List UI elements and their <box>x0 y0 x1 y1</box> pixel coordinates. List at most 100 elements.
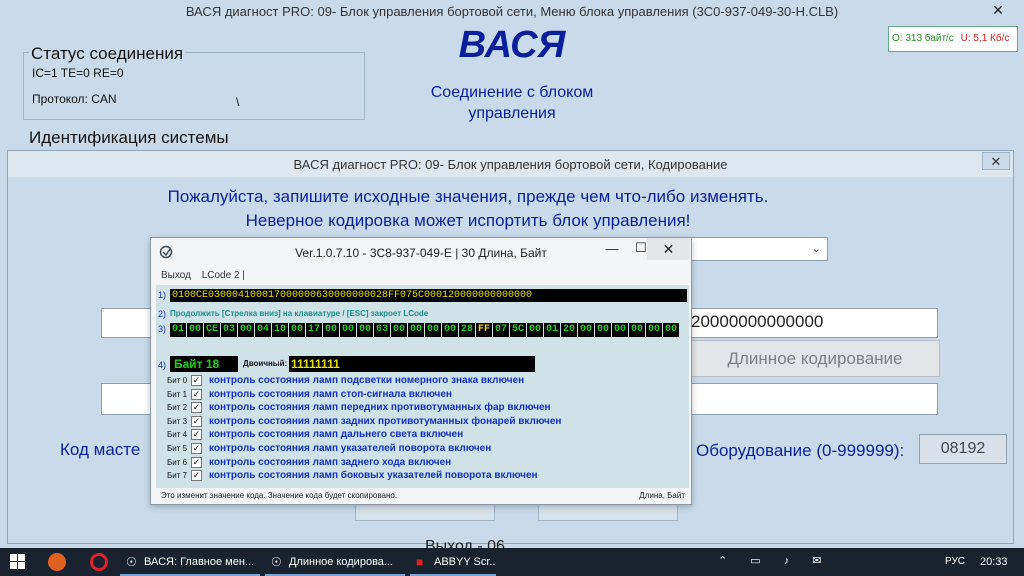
main-window-title: ВАСЯ диагност PRO: 09- Блок управления б… <box>185 4 839 19</box>
main-close-button[interactable]: ✕ <box>978 0 1018 20</box>
master-code-label: Код масте <box>60 440 141 459</box>
bit-name: Бит 4 <box>167 430 188 440</box>
bit-checkbox[interactable]: ✓ <box>191 388 202 400</box>
lcode-close-button[interactable]: ✕ <box>647 238 690 260</box>
taskbar-app-abbyy[interactable]: ■ ABBYY Scr... <box>410 548 496 576</box>
taskbar-app-long-coding[interactable]: ☉ Длинное кодирова... <box>265 548 405 576</box>
lcode-menu-bar: Выход LCode 2 | <box>161 270 253 281</box>
byte-cell[interactable]: 00 <box>425 323 441 337</box>
coding-close-button[interactable]: ✕ <box>982 152 1010 170</box>
byte-cell[interactable]: 00 <box>238 323 254 337</box>
coding-window-title: ВАСЯ диагност PRO: 09- Блок управления б… <box>293 157 728 172</box>
identification-label: Идентификация системы <box>29 128 229 147</box>
row-number-4: 4) <box>158 360 167 370</box>
connection-counters: IC=1 TE=0 RE=0 <box>32 66 124 80</box>
bit-name: Бит 2 <box>167 403 188 413</box>
coding-title-bar: ВАСЯ диагност PRO: 09- Блок управления б… <box>8 151 1013 177</box>
bit-name: Бит 7 <box>167 471 188 481</box>
bit-checkbox[interactable]: ✓ <box>191 456 202 468</box>
opera-icon[interactable] <box>90 553 108 571</box>
lcode-status-text: Это изменит значение кода. Значение кода… <box>161 491 398 500</box>
binary-value[interactable]: 11111111 <box>289 356 535 372</box>
app-icon: ☉ <box>271 555 282 569</box>
byte-cell[interactable]: 00 <box>595 323 611 337</box>
byte-cell[interactable]: 5C <box>510 323 526 337</box>
byte-cell[interactable]: 07 <box>493 323 509 337</box>
app-logo: ВАСЯ <box>458 24 566 66</box>
byte-cell[interactable]: 04 <box>255 323 271 337</box>
byte-cell[interactable]: 03 <box>221 323 237 337</box>
menu-item-lcode2[interactable]: LCode 2 | <box>202 270 245 281</box>
bit-row: Бит 7 ✓ контроль состояния ламп боковых ук… <box>151 470 681 483</box>
byte-cell[interactable]: 00 <box>629 323 645 337</box>
long-coding-button[interactable]: Длинное кодирование <box>690 340 940 377</box>
clock[interactable]: 20:33 <box>980 556 1008 568</box>
language-indicator[interactable]: РУС <box>945 556 965 567</box>
transfer-rate-box: O: 313 байт/с U: 5,1 Кб/с <box>888 26 1018 52</box>
byte-cell[interactable]: 20 <box>561 323 577 337</box>
bit-description: контроль состояния ламп стоп-сигнала вкл… <box>209 388 452 400</box>
byte-cell[interactable]: 00 <box>646 323 662 337</box>
coding-type-select[interactable]: ⌄ <box>690 237 828 261</box>
byte-cell[interactable]: 00 <box>442 323 458 337</box>
byte-cell[interactable]: 00 <box>357 323 373 337</box>
byte-cell[interactable]: CE <box>204 323 220 337</box>
byte-cell[interactable]: 01 <box>170 323 186 337</box>
taskbar: ☉ ВАСЯ: Главное мен... ☉ Длинное кодиров… <box>0 548 1024 576</box>
byte-cell[interactable]: 63 <box>374 323 390 337</box>
bit-checkbox[interactable]: ✓ <box>191 443 202 454</box>
byte-cell[interactable]: 00 <box>408 323 424 337</box>
byte-cell[interactable]: 00 <box>289 323 305 337</box>
bit-checkbox[interactable]: ✓ <box>191 402 202 414</box>
menu-item-exit[interactable]: Выход <box>161 270 191 281</box>
minimize-button[interactable]: — <box>597 241 627 256</box>
byte-cell[interactable]: FF <box>476 323 492 337</box>
keyboard-hint: Продолжить [Стрелка вниз] на клавиатуре … <box>170 309 429 318</box>
byte-cell[interactable]: 00 <box>527 323 543 337</box>
bit-row: Бит 2 ✓ контроль состояния ламп передних п… <box>151 402 681 415</box>
protocol-label: Протокол: CAN <box>32 92 117 106</box>
warning-line-1: Пожалуйста, запишите исходные значения, … <box>167 187 769 206</box>
byte-cell[interactable]: 28 <box>459 323 475 337</box>
coding-value-text: 20000000000000 <box>691 312 824 331</box>
byte-cells: 01 00 CE 03 00 04 10 00 17 00 00 00 63 00 00 00 00 28 FF 07… <box>170 323 680 337</box>
bit-description: контроль состояния ламп дальнего света в… <box>209 429 464 441</box>
bit-checkbox[interactable]: ✓ <box>191 375 202 386</box>
bit-description: контроль состояния ламп боковых указател… <box>209 470 538 482</box>
transfer-speed: O: 313 байт/с <box>892 33 954 44</box>
byte-cell[interactable]: 00 <box>612 323 628 337</box>
bit-name: Бит 6 <box>167 457 188 467</box>
equipment-input[interactable]: 08192 <box>919 434 1007 464</box>
bit-description: контроль состояния ламп подсветки номерн… <box>209 375 525 386</box>
byte-cell[interactable]: 01 <box>544 323 560 337</box>
byte-cell[interactable]: 00 <box>340 323 356 337</box>
byte-cell[interactable]: 10 <box>272 323 288 337</box>
byte-cell[interactable]: 00 <box>391 323 407 337</box>
app-icon: ☉ <box>126 555 137 569</box>
lcode-title-bar: Ver.1.0.7.10 - 3C8-937-049-E | 30 Длина,… <box>151 238 691 266</box>
byte-cell[interactable]: 00 <box>323 323 339 337</box>
byte-cell[interactable]: 00 <box>187 323 203 337</box>
bit-checkbox[interactable]: ✓ <box>191 415 202 427</box>
bit-checkbox[interactable]: ✓ <box>191 429 202 441</box>
bit-description: контроль состояния ламп указателей повор… <box>209 443 492 454</box>
firefox-icon[interactable] <box>48 553 66 571</box>
byte-cell[interactable]: 00 <box>578 323 594 337</box>
taskbar-app-vasya-main[interactable]: ☉ ВАСЯ: Главное мен... <box>120 548 260 576</box>
equipment-label: Оборудование (0-999999): <box>696 441 905 460</box>
bit-description: контроль состояния ламп передних противо… <box>209 402 551 414</box>
bit-name: Бит 0 <box>167 376 188 385</box>
bit-name: Бит 1 <box>167 389 188 399</box>
warning-line-2: Неверное кодировка может испортить блок … <box>245 211 691 230</box>
bit-row: Бит 6 ✓ контроль состояния ламп заднего хо… <box>151 456 681 470</box>
tray-icons[interactable]: ⌃ ▭ ♪ ✉ <box>718 554 832 567</box>
bit-row: Бит 5 ✓ контроль состояния ламп указателей… <box>151 443 681 456</box>
byte-cell[interactable]: 17 <box>306 323 322 337</box>
windows-start-icon[interactable] <box>10 554 26 570</box>
bit-checkbox[interactable]: ✓ <box>191 470 202 482</box>
activity-spinner: \ <box>236 95 240 109</box>
connection-status-text: Соединение с блоком управления <box>430 84 594 122</box>
taskbar-app-label: Длинное кодирова... <box>289 556 394 568</box>
bit-name: Бит 3 <box>167 416 188 426</box>
byte-cell[interactable]: 00 <box>663 323 679 337</box>
